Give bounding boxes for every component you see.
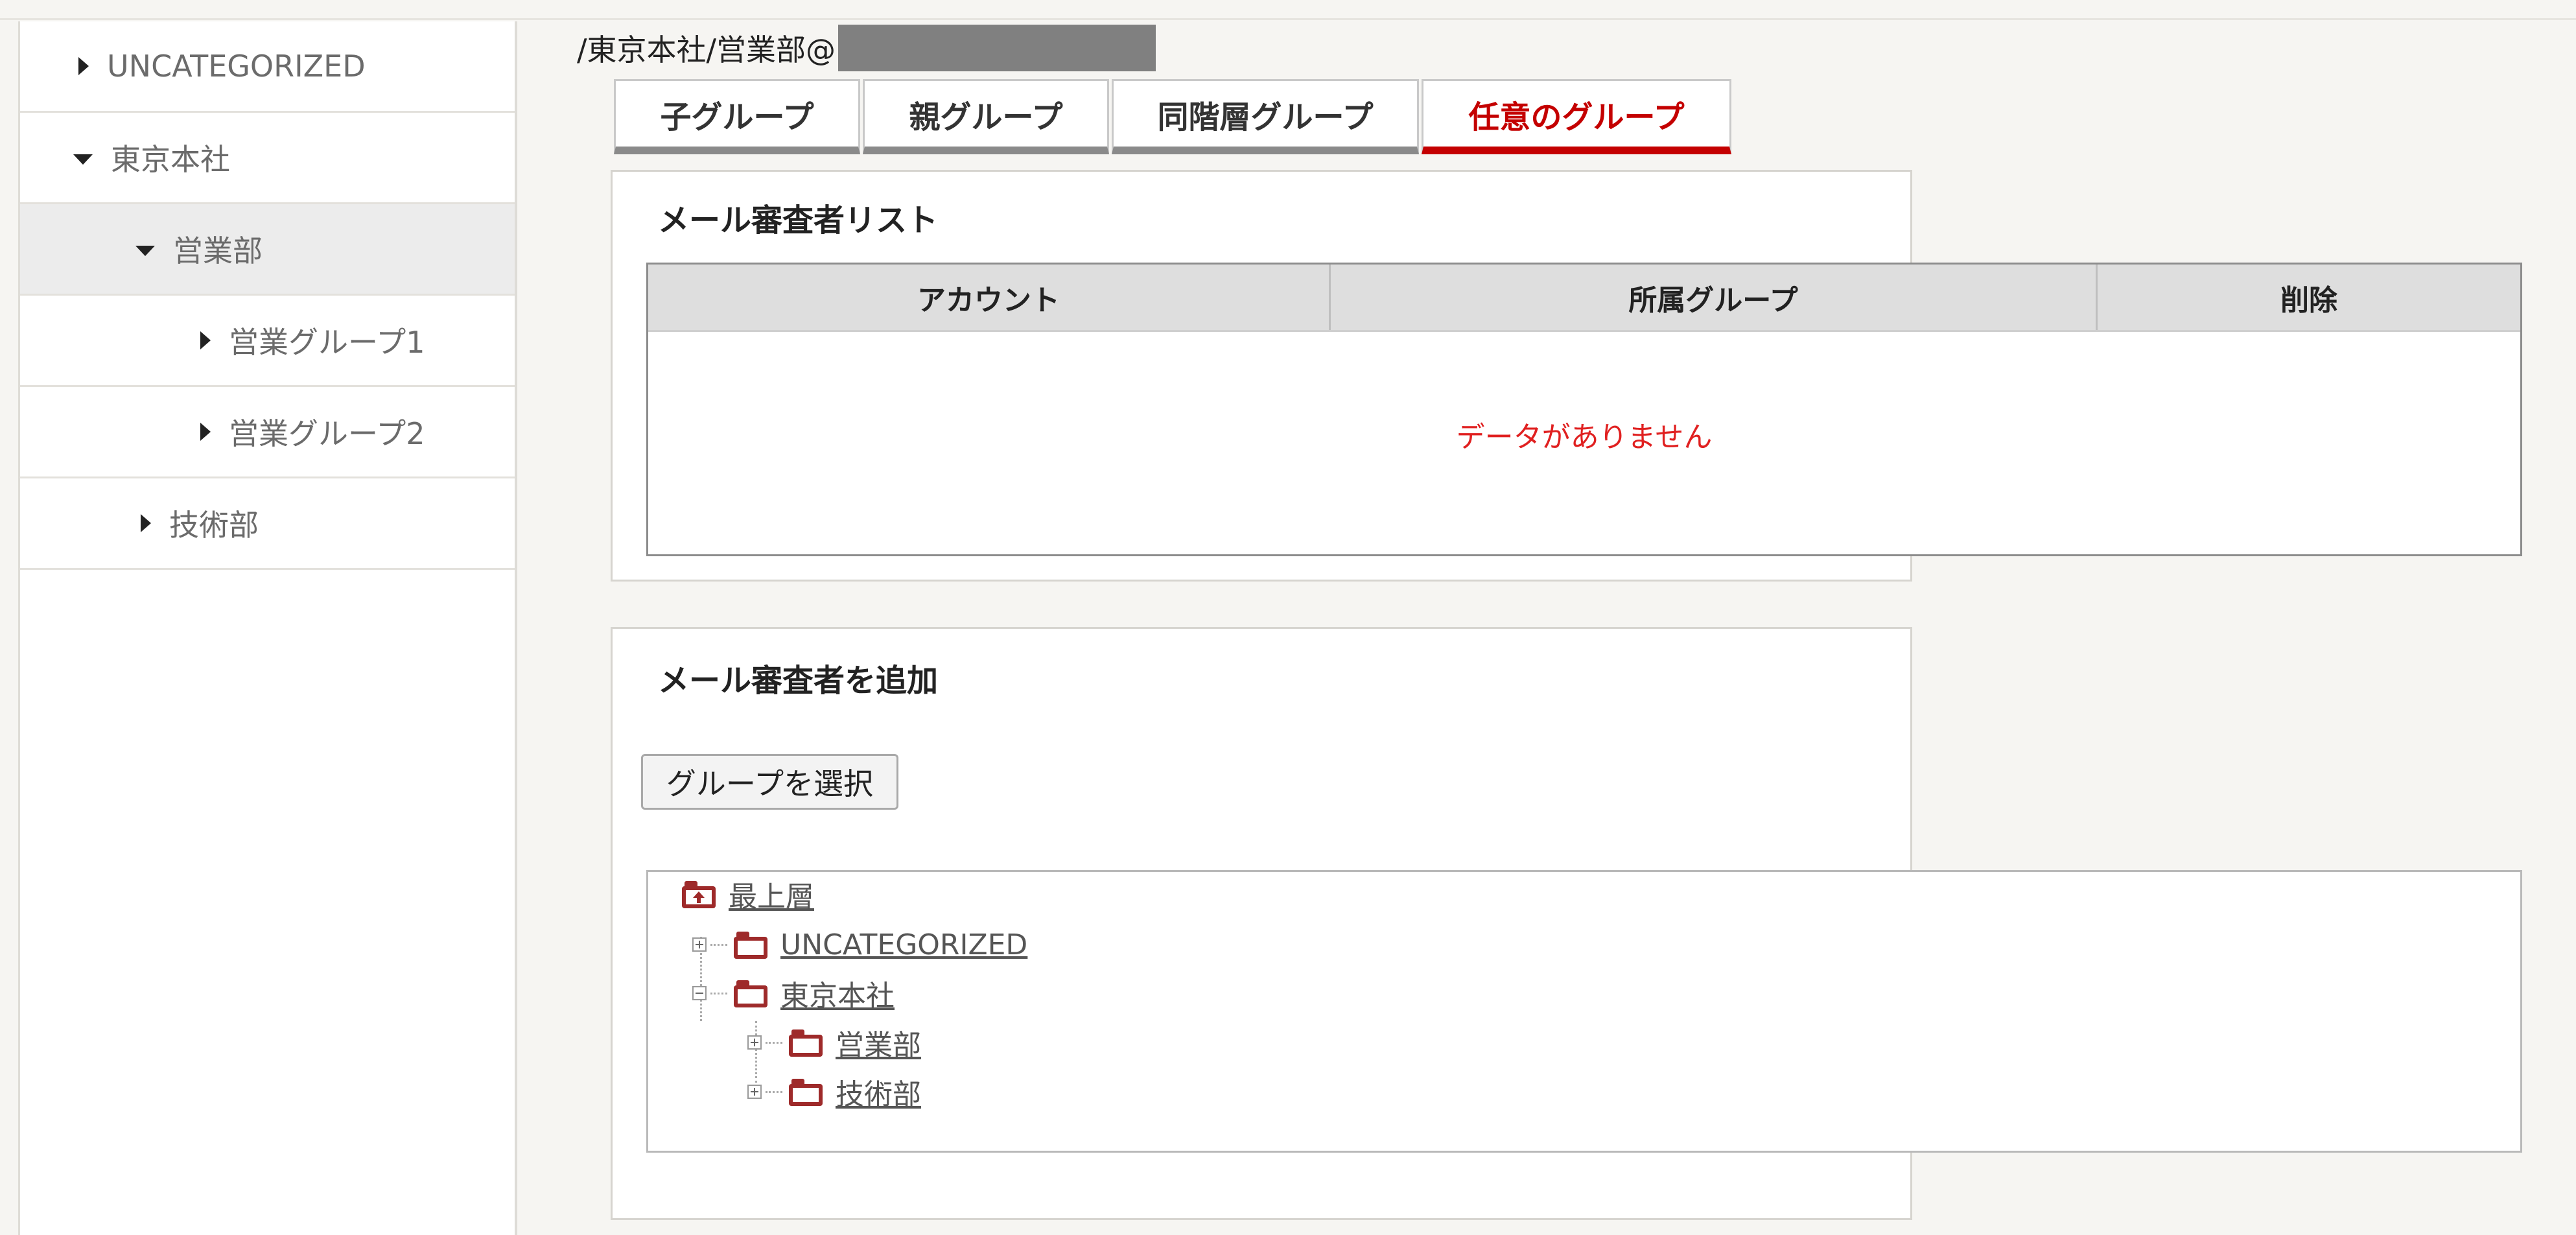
select-group-button[interactable]: グループを選択: [641, 754, 898, 810]
collapse-minus-icon[interactable]: [692, 986, 707, 1000]
group-tree: 最上層 UNCATEGORIZED 東京本社 営業部 技術部: [646, 870, 2522, 1153]
column-account: アカウント: [917, 283, 1060, 317]
column-group: 所属グループ: [1329, 265, 2096, 330]
tree-node-link[interactable]: 営業部: [836, 1022, 921, 1063]
tree-node-sales-dept[interactable]: 営業部: [747, 1023, 921, 1062]
table-header: アカウント 所属グループ 削除: [648, 265, 2520, 332]
sidebar-item-label: UNCATEGORIZED: [107, 49, 366, 84]
tab-sibling-groups[interactable]: 同階層グループ: [1112, 79, 1419, 154]
breadcrumb: /東京本社/営業部@: [577, 25, 1156, 71]
caret-right-icon: [200, 331, 211, 349]
folder-icon: [789, 1029, 823, 1057]
tab-parent-groups[interactable]: 親グループ: [863, 79, 1109, 154]
caret-right-icon: [78, 57, 89, 75]
folder-icon: [734, 980, 767, 1007]
caret-right-icon: [141, 514, 151, 532]
tree-root-link[interactable]: 最上層: [729, 873, 814, 915]
tab-child-groups[interactable]: 子グループ: [614, 79, 860, 154]
tree-connector: [710, 943, 727, 946]
tree-node-link[interactable]: 技術部: [836, 1071, 921, 1112]
tree-node-tokyo-head-office[interactable]: 東京本社: [692, 974, 895, 1013]
sidebar-item-sales-group-2[interactable]: 営業グループ2: [20, 387, 515, 478]
sidebar-item-tokyo-head-office[interactable]: 東京本社: [20, 113, 515, 204]
empty-message: データがありません: [1456, 421, 1713, 454]
breadcrumb-path: /東京本社/営業部@: [577, 32, 836, 67]
reviewer-list-title: メール審査者リスト: [658, 202, 939, 239]
sidebar-item-engineering-dept[interactable]: 技術部: [20, 478, 515, 570]
group-tabs: 子グループ 親グループ 同階層グループ 任意のグループ: [614, 79, 1734, 154]
tab-any-group[interactable]: 任意のグループ: [1422, 79, 1731, 154]
tree-connector: [766, 1041, 782, 1044]
sidebar-item-label: 営業グループ2: [229, 416, 425, 451]
tree-connector: [766, 1090, 782, 1093]
group-sidebar: UNCATEGORIZED 東京本社 営業部 営業グループ1 営業グループ2 技…: [18, 21, 517, 1235]
column-delete: 削除: [2096, 265, 2520, 330]
expand-plus-icon[interactable]: [747, 1035, 762, 1050]
tree-node-link[interactable]: UNCATEGORIZED: [780, 928, 1027, 961]
folder-up-icon: [682, 881, 716, 908]
expand-plus-icon[interactable]: [692, 937, 707, 952]
sidebar-item-uncategorized[interactable]: UNCATEGORIZED: [20, 21, 515, 113]
tree-node-uncategorized[interactable]: UNCATEGORIZED: [692, 925, 1027, 964]
tree-root[interactable]: 最上層: [682, 875, 814, 913]
folder-icon: [734, 932, 767, 959]
tree-connector: [710, 992, 727, 994]
tree-node-link[interactable]: 東京本社: [780, 972, 895, 1014]
sidebar-item-sales-dept[interactable]: 営業部: [20, 204, 515, 296]
caret-down-icon: [135, 246, 155, 256]
expand-plus-icon[interactable]: [747, 1085, 762, 1099]
add-reviewer-title: メール審査者を追加: [658, 663, 939, 699]
reviewer-table: アカウント 所属グループ 削除 データがありません: [646, 263, 2522, 556]
caret-down-icon: [73, 154, 93, 165]
tree-node-engineering-dept[interactable]: 技術部: [747, 1072, 921, 1111]
sidebar-item-label: 営業グループ1: [229, 325, 425, 360]
sidebar-item-label: 営業部: [173, 233, 263, 268]
redacted-domain: [838, 25, 1156, 71]
folder-icon: [789, 1079, 823, 1106]
top-rule: [0, 0, 2576, 20]
sidebar-item-label: 東京本社: [111, 142, 230, 177]
sidebar-item-label: 技術部: [169, 508, 259, 543]
caret-right-icon: [200, 423, 211, 441]
sidebar-item-sales-group-1[interactable]: 営業グループ1: [20, 296, 515, 387]
